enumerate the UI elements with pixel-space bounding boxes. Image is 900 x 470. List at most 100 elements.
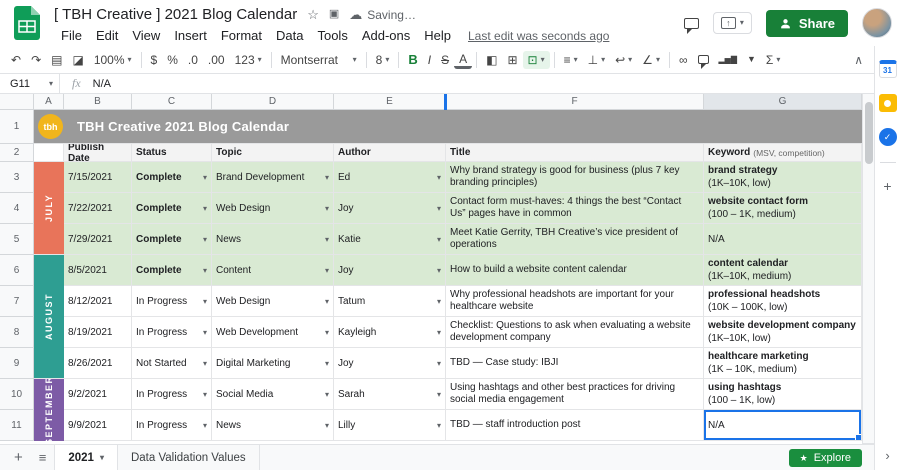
topic-dropdown-cell[interactable]: Web Design (212, 286, 334, 317)
row-header-5[interactable]: 5 (0, 224, 34, 255)
keyword-cell[interactable]: website contact form (100 – 1K, medium) (704, 193, 862, 224)
star-icon[interactable]: ☆ (307, 8, 319, 21)
keyword-cell[interactable]: healthcare marketing (1K – 10K, medium) (704, 348, 862, 379)
font-size-select[interactable]: 8 ▾ (371, 51, 395, 69)
status-dropdown-cell[interactable]: In Progress (132, 410, 212, 441)
text-rotation-button[interactable]: ∠ ▾ (637, 51, 665, 69)
decrease-decimal-icon[interactable]: .0 (183, 51, 203, 69)
menu-data[interactable]: Data (269, 28, 310, 43)
undo-icon[interactable]: ↶ (6, 51, 26, 69)
header-author[interactable]: Author (334, 144, 446, 162)
header-keyword[interactable]: Keyword (MSV, competition) (704, 144, 862, 162)
keyword-cell[interactable]: brand strategy (1K–10K, low) (704, 162, 862, 193)
title-cell[interactable]: Contact form must-haves: 4 things the be… (446, 193, 704, 224)
publish-date-cell[interactable]: 8/5/2021 (64, 255, 132, 286)
row-header-4[interactable]: 4 (0, 193, 34, 224)
column-header-b[interactable]: B (64, 94, 132, 110)
topic-dropdown-cell[interactable]: Web Design (212, 193, 334, 224)
author-dropdown-cell[interactable]: Tatum (334, 286, 446, 317)
author-dropdown-cell[interactable]: Lilly (334, 410, 446, 441)
name-box[interactable]: G11 ▾ (0, 74, 60, 93)
row-header-1[interactable]: 1 (0, 110, 34, 144)
author-dropdown-cell[interactable]: Ed (334, 162, 446, 193)
status-dropdown-cell[interactable]: Not Started (132, 348, 212, 379)
zoom-select[interactable]: 100% ▾ (89, 51, 137, 69)
author-dropdown-cell[interactable]: Joy (334, 193, 446, 224)
header-status[interactable]: Status (132, 144, 212, 162)
column-header-c[interactable]: C (132, 94, 212, 110)
last-edit-link[interactable]: Last edit was seconds ago (468, 29, 609, 43)
title-cell[interactable]: TBD — Case study: IBJI (446, 348, 704, 379)
header-title[interactable]: Title (446, 144, 704, 162)
sheets-logo[interactable] (0, 0, 54, 46)
column-header-d[interactable]: D (212, 94, 334, 110)
status-dropdown-cell[interactable]: In Progress (132, 379, 212, 410)
status-dropdown-cell[interactable]: Complete (132, 224, 212, 255)
vertical-scrollbar[interactable] (862, 94, 874, 444)
menu-help[interactable]: Help (417, 28, 458, 43)
avatar[interactable] (862, 8, 892, 38)
menu-tools[interactable]: Tools (310, 28, 354, 43)
font-select[interactable]: Montserrat ▾ (276, 51, 362, 69)
tasks-icon[interactable]: ✓ (878, 128, 897, 146)
menu-insert[interactable]: Insert (167, 28, 214, 43)
topic-dropdown-cell[interactable]: News (212, 224, 334, 255)
banner-cell[interactable]: tbh TBH Creative 2021 Blog Calendar (34, 110, 862, 144)
status-dropdown-cell[interactable]: In Progress (132, 317, 212, 348)
insert-link-icon[interactable]: ∞ (674, 51, 693, 69)
merge-cells-button[interactable]: ⊡ ▾ (522, 50, 550, 69)
author-dropdown-cell[interactable]: Joy (334, 255, 446, 286)
fill-color-icon[interactable]: ◧ (481, 51, 502, 69)
menu-format[interactable]: Format (214, 28, 269, 43)
horizontal-align-button[interactable]: ≡ ▾ (559, 51, 583, 69)
collapse-toolbar-icon[interactable]: ∧ (849, 51, 868, 69)
calendar-icon[interactable]: 31 (878, 60, 897, 78)
topic-dropdown-cell[interactable]: Brand Development (212, 162, 334, 193)
add-addon-icon[interactable]: + (883, 179, 891, 193)
title-cell[interactable]: Why brand strategy is good for business … (446, 162, 704, 193)
title-cell[interactable]: Why professional headshots are important… (446, 286, 704, 317)
column-header-e[interactable]: E (334, 94, 446, 110)
borders-icon[interactable]: ⊞ (502, 51, 522, 69)
menu-file[interactable]: File (54, 28, 89, 43)
row-header-9[interactable]: 9 (0, 348, 34, 379)
header-topic[interactable]: Topic (212, 144, 334, 162)
functions-button[interactable]: Σ ▾ (761, 51, 785, 69)
row-header-7[interactable]: 7 (0, 286, 34, 317)
share-button[interactable]: Share (765, 9, 848, 37)
keyword-cell[interactable]: professional headshots (10K – 100K, low) (704, 286, 862, 317)
redo-icon[interactable]: ↷ (26, 51, 46, 69)
bold-icon[interactable]: B (403, 50, 422, 69)
keyword-cell[interactable]: N/A (704, 224, 862, 255)
status-dropdown-cell[interactable]: Complete (132, 255, 212, 286)
select-all-corner[interactable] (0, 94, 34, 110)
scrollbar-thumb[interactable] (864, 102, 873, 164)
insert-comment-icon[interactable] (693, 52, 714, 69)
column-header-a[interactable]: A (34, 94, 64, 110)
status-dropdown-cell[interactable]: Complete (132, 193, 212, 224)
status-dropdown-cell[interactable]: In Progress (132, 286, 212, 317)
title-cell[interactable]: Using hashtags and other best practices … (446, 379, 704, 410)
create-filter-icon[interactable]: ▼ (742, 52, 761, 67)
header-publish-date[interactable]: Publish Date (64, 144, 132, 162)
paint-format-icon[interactable]: ◪ (67, 51, 88, 69)
menu-addons[interactable]: Add-ons (355, 28, 417, 43)
hide-side-panel-icon[interactable]: › (885, 449, 889, 462)
topic-dropdown-cell[interactable]: Content (212, 255, 334, 286)
row-header-6[interactable]: 6 (0, 255, 34, 286)
add-sheet-icon[interactable]: + (6, 450, 31, 465)
format-currency-icon[interactable]: $ (146, 51, 163, 69)
author-dropdown-cell[interactable]: Kayleigh (334, 317, 446, 348)
all-sheets-icon[interactable]: ≡ (31, 451, 55, 464)
cell-a2[interactable] (34, 144, 64, 162)
row-header-10[interactable]: 10 (0, 379, 34, 410)
selected-cell-g11[interactable]: N/A (704, 410, 862, 441)
row-header-3[interactable]: 3 (0, 162, 34, 193)
title-cell[interactable]: How to build a website content calendar (446, 255, 704, 286)
topic-dropdown-cell[interactable]: Digital Marketing (212, 348, 334, 379)
text-wrap-button[interactable]: ↩ ▾ (610, 51, 637, 69)
publish-date-cell[interactable]: 7/15/2021 (64, 162, 132, 193)
vertical-align-button[interactable]: ⊥ ▾ (583, 51, 610, 69)
status-dropdown-cell[interactable]: Complete (132, 162, 212, 193)
title-cell[interactable]: TBD — staff introduction post (446, 410, 704, 441)
